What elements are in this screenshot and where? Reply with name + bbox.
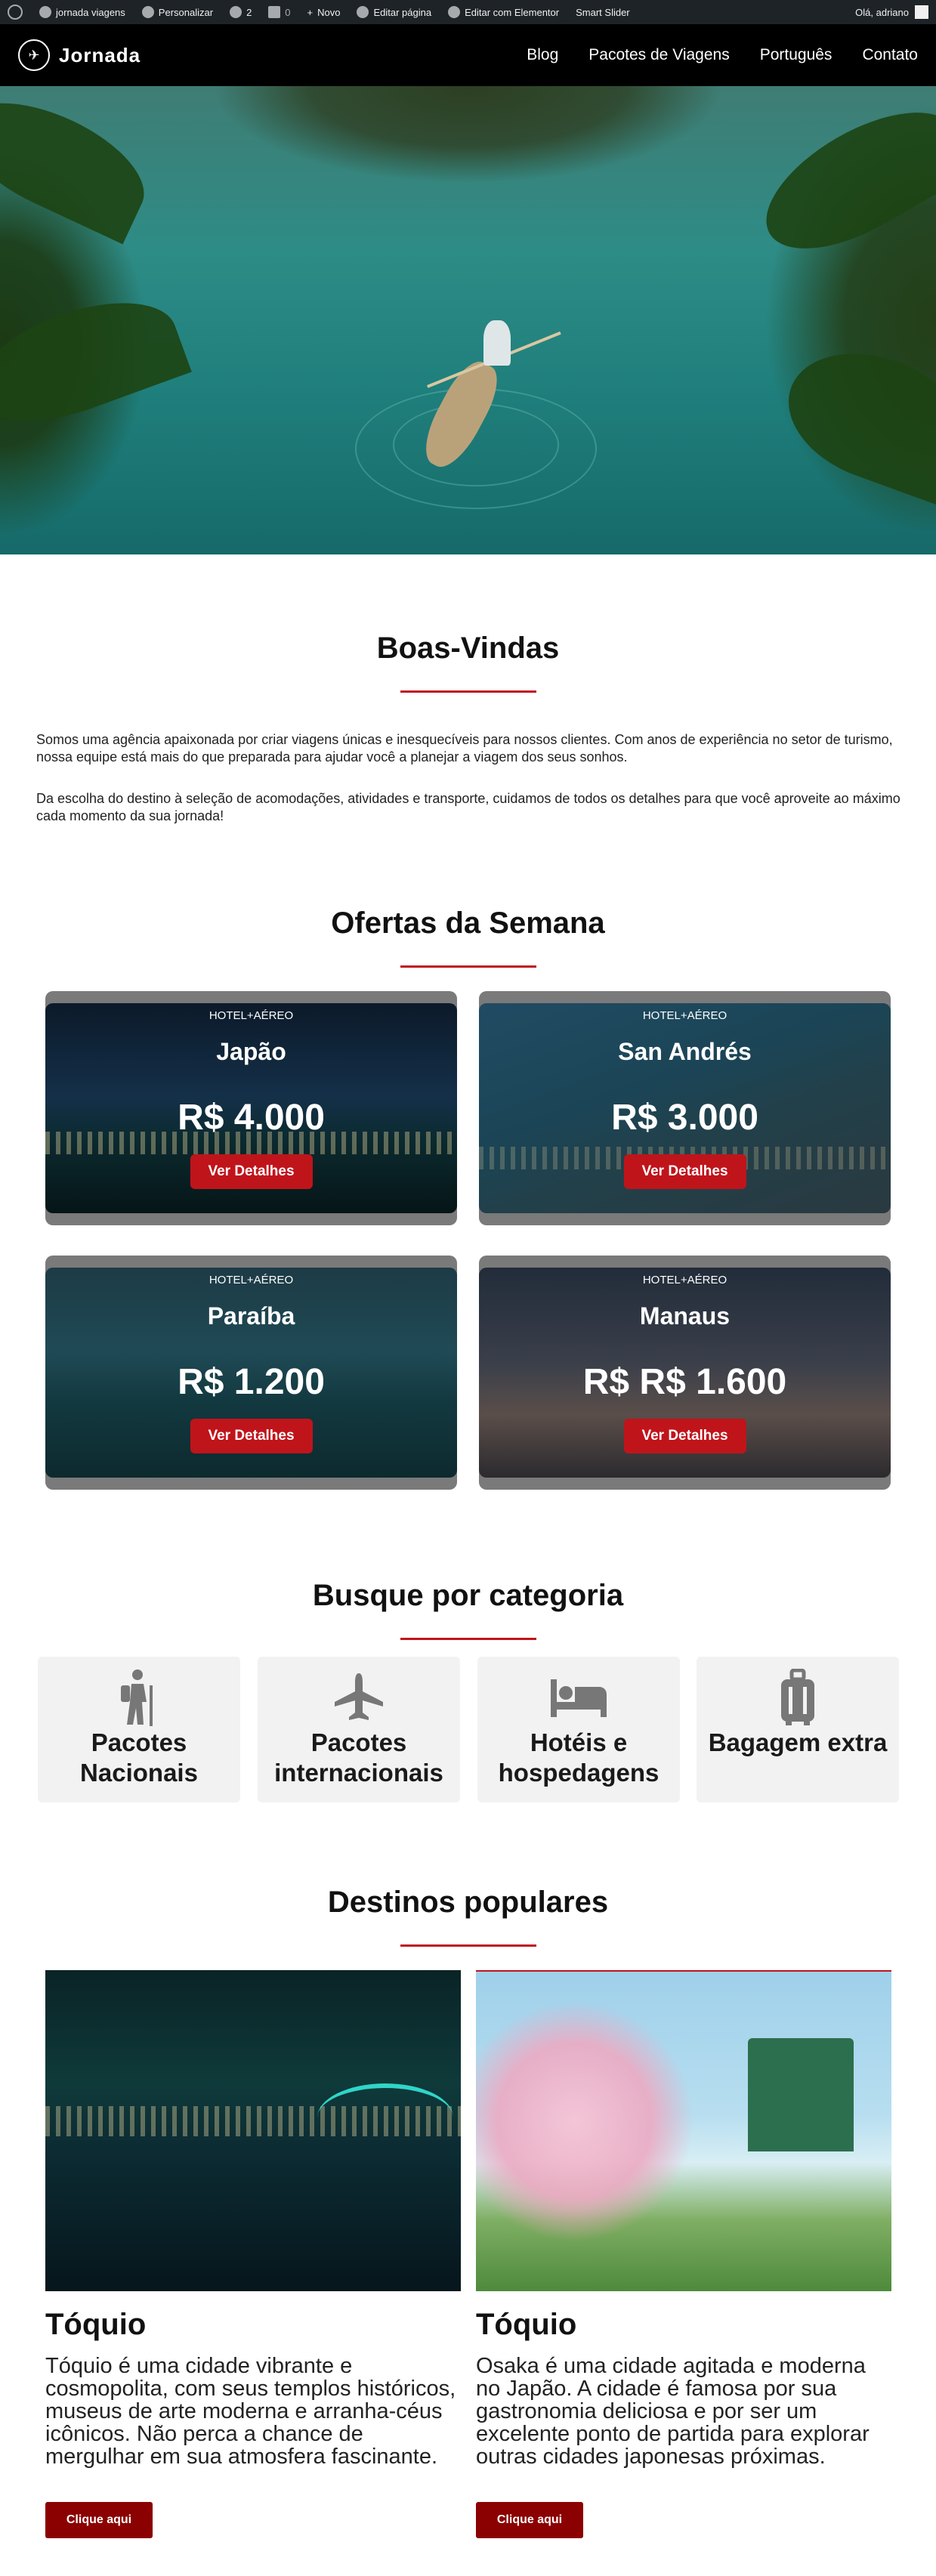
admin-smart-slider-link[interactable]: Smart Slider <box>576 7 630 18</box>
elementor-icon <box>448 6 461 18</box>
nav-blog[interactable]: Blog <box>527 46 558 64</box>
destinations-title: Destinos populares <box>327 1886 609 1919</box>
image-top-border <box>476 1970 891 1972</box>
osaka-castle-image <box>476 1970 891 2291</box>
offer-card-manaus: HOTEL+AÉREO Manaus R$ R$ 1.600 Ver Detal… <box>479 1256 891 1490</box>
avatar <box>915 5 928 19</box>
plus-icon: + <box>307 6 314 18</box>
destination-title: Tóquio <box>45 2308 147 2341</box>
site-logo[interactable]: ✈ Jornada <box>18 39 141 71</box>
ver-detalhes-button[interactable]: Ver Detalhes <box>190 1419 313 1453</box>
admin-comments-link[interactable]: 0 <box>268 6 291 18</box>
destination-title: Tóquio <box>476 2308 577 2341</box>
admin-updates-link[interactable]: 2 <box>230 6 252 18</box>
compass-logo-icon: ✈ <box>18 39 50 71</box>
category-hoteis[interactable]: Hotéis e hospedagens <box>477 1657 680 1802</box>
cherry-blossoms <box>476 2000 695 2242</box>
offer-name: San Andrés <box>618 1038 752 1065</box>
palm-leaf <box>0 280 192 444</box>
admin-customize-link[interactable]: Personalizar <box>141 6 213 18</box>
title-underline <box>400 1944 536 1947</box>
offer-price: R$ 4.000 <box>178 1098 325 1138</box>
nav-language[interactable]: Português <box>760 46 833 64</box>
nav-pacotes[interactable]: Pacotes de Viagens <box>588 46 729 64</box>
palm-leaf <box>0 86 162 245</box>
pencil-icon <box>357 6 369 18</box>
hiker-icon <box>109 1667 169 1728</box>
main-nav: Blog Pacotes de Viagens Português Contat… <box>527 46 918 64</box>
offer-tag: HOTEL+AÉREO <box>642 1009 727 1022</box>
welcome-paragraph-1: Somos uma agência apaixonada por criar v… <box>36 732 893 764</box>
title-underline <box>400 690 536 693</box>
brush-icon <box>141 6 154 18</box>
admin-account-menu[interactable]: Olá, adriano <box>855 5 928 19</box>
category-pacotes-internacionais[interactable]: Pacotes internacionais <box>258 1657 460 1802</box>
offer-tag: HOTEL+AÉREO <box>209 1274 294 1286</box>
offer-price: R$ 3.000 <box>611 1098 758 1138</box>
offer-name: Manaus <box>639 1302 731 1330</box>
offers-title: Ofertas da Semana <box>331 907 605 940</box>
category-bagagem-extra[interactable]: Bagagem extra <box>697 1657 899 1802</box>
wordpress-menu[interactable] <box>8 5 23 20</box>
offer-card-japao: HOTEL+AÉREO Japão R$ 4.000 Ver Detalhes <box>45 991 457 1225</box>
hero-image <box>0 86 936 554</box>
offer-name: Japão <box>216 1038 286 1065</box>
offer-price: R$ 1.200 <box>178 1362 325 1402</box>
castle <box>748 2038 854 2151</box>
ver-detalhes-button[interactable]: Ver Detalhes <box>623 1419 746 1453</box>
boatman <box>483 320 511 366</box>
title-underline <box>400 1638 536 1640</box>
clique-aqui-button[interactable]: Clique aqui <box>476 2502 583 2538</box>
clique-aqui-button[interactable]: Clique aqui <box>45 2502 153 2538</box>
admin-bar: jornada viagens Personalizar 2 0 + Novo E… <box>0 0 936 24</box>
destination-description: Osaka é uma cidade agitada e moderna no … <box>476 2354 870 2469</box>
categories-title: Busque por categoria <box>312 1579 624 1612</box>
updates-icon <box>230 6 242 18</box>
title-underline <box>400 965 536 968</box>
site-header: ✈ Jornada Blog Pacotes de Viagens Portug… <box>0 24 936 86</box>
category-pacotes-nacionais[interactable]: Pacotes Nacionais <box>38 1657 240 1802</box>
nav-contato[interactable]: Contato <box>862 46 918 64</box>
offer-tag: HOTEL+AÉREO <box>642 1274 727 1286</box>
admin-edit-page-link[interactable]: Editar página <box>357 6 431 18</box>
ver-detalhes-button[interactable]: Ver Detalhes <box>623 1154 746 1189</box>
luggage-icon <box>768 1667 828 1728</box>
admin-site-link[interactable]: jornada viagens <box>39 6 125 18</box>
welcome-title: Boas-Vindas <box>376 632 560 665</box>
offer-price: R$ R$ 1.600 <box>582 1362 787 1402</box>
airplane-icon <box>329 1667 389 1728</box>
comment-icon <box>268 6 281 18</box>
admin-elementor-link[interactable]: Editar com Elementor <box>448 6 559 18</box>
palm-leaf <box>745 86 936 276</box>
palm-leaf <box>770 330 936 507</box>
welcome-paragraph-2: Da escolha do destino à seleção de acomo… <box>36 791 900 823</box>
destination-description: Tóquio é uma cidade vibrante e cosmopoli… <box>45 2354 456 2469</box>
tokyo-image <box>45 1970 461 2291</box>
offer-name: Paraíba <box>207 1302 295 1330</box>
wordpress-logo-icon <box>8 5 23 20</box>
ver-detalhes-button[interactable]: Ver Detalhes <box>190 1154 313 1189</box>
offer-card-san-andres: HOTEL+AÉREO San Andrés R$ 3.000 Ver Deta… <box>479 991 891 1225</box>
offer-card-paraiba: HOTEL+AÉREO Paraíba R$ 1.200 Ver Detalhe… <box>45 1256 457 1490</box>
home-icon <box>39 6 51 18</box>
bed-icon <box>548 1667 609 1728</box>
rainbow-bridge <box>317 2083 453 2151</box>
offer-tag: HOTEL+AÉREO <box>209 1009 294 1022</box>
admin-new-link[interactable]: + Novo <box>307 7 341 18</box>
